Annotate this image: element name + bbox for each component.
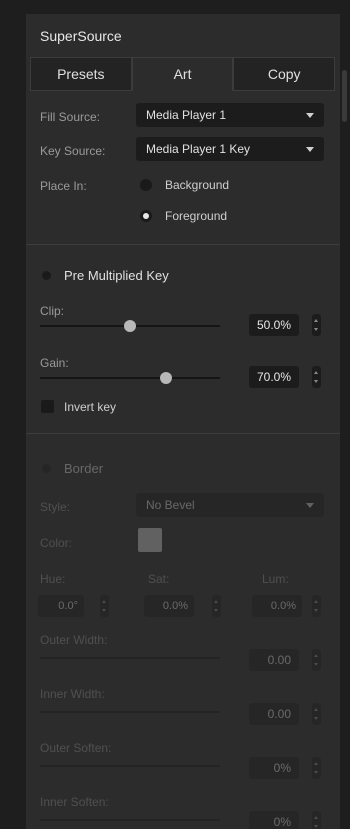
inner-width-field[interactable]: 0.00 <box>249 703 299 725</box>
sat-stepper[interactable] <box>212 595 221 617</box>
outer-soften-label: Outer Soften: <box>40 741 112 755</box>
style-label: Style: <box>40 500 71 514</box>
sat-field[interactable]: 0.0% <box>144 595 194 617</box>
outer-width-label: Outer Width: <box>40 633 108 647</box>
tab-copy[interactable]: Copy <box>233 57 336 91</box>
hue-stepper[interactable] <box>100 595 109 617</box>
pre-multiplied-key-toggle[interactable] <box>42 271 51 280</box>
fill-source-dropdown[interactable]: Media Player 1 <box>136 103 324 127</box>
inner-soften-label: Inner Soften: <box>40 795 109 809</box>
gain-label: Gain: <box>40 356 69 370</box>
panel-title: SuperSource <box>40 28 122 44</box>
outer-width-stepper[interactable] <box>312 649 321 671</box>
key-source-label: Key Source: <box>40 144 106 158</box>
gain-slider-track[interactable] <box>40 377 220 379</box>
background-radio[interactable] <box>140 179 152 191</box>
inner-width-label: Inner Width: <box>40 687 105 701</box>
key-source-value: Media Player 1 Key <box>146 142 251 156</box>
supersource-panel: SuperSource Presets Art Copy Fill Source… <box>26 14 340 829</box>
invert-key-label: Invert key <box>64 400 117 414</box>
hue-field[interactable]: 0.0° <box>38 595 84 617</box>
color-label: Color: <box>40 536 73 550</box>
style-dropdown[interactable]: No Bevel <box>136 493 324 517</box>
lum-label: Lum: <box>262 572 289 586</box>
divider <box>26 433 340 434</box>
inner-soften-field[interactable]: 0% <box>249 811 299 829</box>
fill-source-label: Fill Source: <box>40 110 101 124</box>
clip-stepper[interactable] <box>312 314 321 336</box>
clip-slider-knob[interactable] <box>124 320 136 332</box>
fill-source-value: Media Player 1 <box>146 108 227 122</box>
foreground-radio-label: Foreground <box>165 209 228 223</box>
clip-value-field[interactable]: 50.0% <box>249 314 299 336</box>
outer-width-field[interactable]: 0.00 <box>249 649 299 671</box>
inner-width-slider[interactable] <box>40 711 220 713</box>
color-swatch[interactable] <box>138 528 162 552</box>
outer-soften-slider[interactable] <box>40 765 220 767</box>
border-toggle[interactable] <box>42 464 51 473</box>
lum-field[interactable]: 0.0% <box>252 595 302 617</box>
chevron-down-icon <box>306 113 314 118</box>
style-value: No Bevel <box>146 498 195 512</box>
inner-soften-slider[interactable] <box>40 819 220 821</box>
border-label: Border <box>64 461 104 476</box>
chevron-down-icon <box>306 147 314 152</box>
outer-width-slider[interactable] <box>40 657 220 659</box>
place-in-label: Place In: <box>40 179 87 193</box>
tab-presets[interactable]: Presets <box>30 57 132 91</box>
outer-soften-field[interactable]: 0% <box>249 757 299 779</box>
lum-stepper[interactable] <box>312 595 321 617</box>
divider <box>26 244 340 245</box>
pre-multiplied-key-label: Pre Multiplied Key <box>64 268 169 283</box>
scrollbar[interactable] <box>342 70 347 122</box>
outer-soften-stepper[interactable] <box>312 757 321 779</box>
gain-slider-knob[interactable] <box>160 372 172 384</box>
invert-key-checkbox[interactable] <box>41 400 54 413</box>
inner-soften-stepper[interactable] <box>312 811 321 829</box>
gain-value-field[interactable]: 70.0% <box>249 366 299 388</box>
gain-stepper[interactable] <box>312 366 321 388</box>
hue-label: Hue: <box>40 572 66 586</box>
chevron-down-icon <box>306 503 314 508</box>
inner-width-stepper[interactable] <box>312 703 321 725</box>
sat-label: Sat: <box>148 572 170 586</box>
tab-art[interactable]: Art <box>131 57 234 91</box>
tab-bar: Presets Art Copy <box>30 57 336 91</box>
background-radio-label: Background <box>165 178 230 192</box>
clip-label: Clip: <box>40 304 65 318</box>
key-source-dropdown[interactable]: Media Player 1 Key <box>136 137 324 161</box>
foreground-radio[interactable] <box>140 210 152 222</box>
